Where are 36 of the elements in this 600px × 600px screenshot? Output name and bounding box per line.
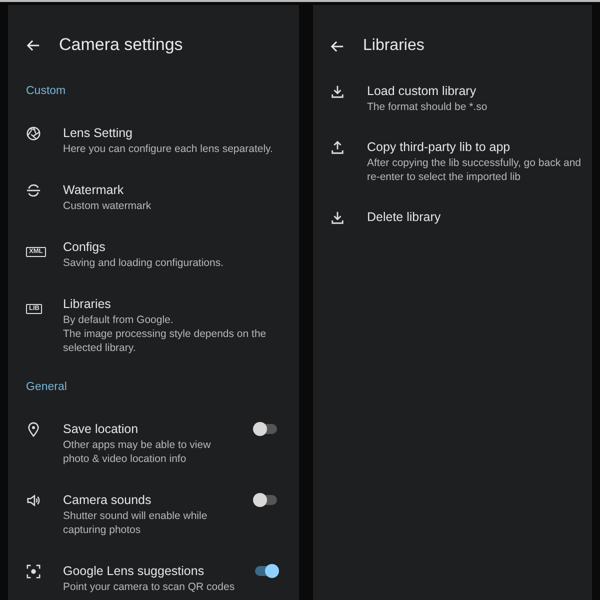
screen-title: Camera settings [59, 35, 183, 55]
library-action-title[interactable]: Delete library [367, 209, 584, 225]
setting-description: Here you can configure each lens separately. [63, 142, 274, 156]
setting-description: Custom watermark [63, 199, 152, 213]
setting-title[interactable]: Save location [63, 421, 247, 437]
screen-title: Libraries [363, 37, 424, 55]
lens-scan-icon [26, 564, 41, 579]
download-icon [330, 84, 345, 99]
setting-title[interactable]: Libraries [63, 296, 289, 312]
setting-description: Other apps may be able to view photo & video location info [63, 438, 212, 466]
library-action-title[interactable]: Copy third-party lib to app [367, 139, 584, 155]
setting-description: Point your camera to scan QR codes [63, 580, 236, 594]
toggle-switch[interactable] [255, 495, 277, 505]
section-header: Custom [26, 85, 67, 97]
setting-title[interactable]: Lens Setting [63, 125, 289, 141]
back-arrow-icon[interactable] [26, 38, 41, 52]
section-header: General [26, 381, 68, 393]
setting-description: Shutter sound will enable while capturing photos [63, 509, 208, 537]
setting-title[interactable]: Google Lens suggestions [63, 563, 247, 579]
speaker-icon [26, 493, 41, 508]
setting-description: Saving and loading configurations. [63, 256, 225, 270]
aperture-icon [26, 126, 41, 141]
watermark-icon [26, 183, 41, 198]
download-icon [330, 210, 345, 225]
upload-icon [330, 140, 345, 155]
library-action-title[interactable]: Load custom library [367, 83, 584, 99]
location-pin-icon [26, 422, 41, 437]
setting-title[interactable]: Configs [63, 239, 289, 255]
setting-title[interactable]: Watermark [63, 182, 289, 198]
setting-title[interactable]: Camera sounds [63, 492, 247, 508]
back-arrow-icon[interactable] [330, 38, 345, 54]
setting-description: By default from Google. The image processing style depends on the selected library. [63, 313, 268, 355]
library-action-description: After copying the lib successfully, go back and re-enter to select the imported lib [367, 156, 582, 184]
library-action-description: The format should be *.so [367, 100, 488, 114]
toggle-switch[interactable] [255, 424, 277, 434]
toggle-switch[interactable] [255, 566, 277, 576]
